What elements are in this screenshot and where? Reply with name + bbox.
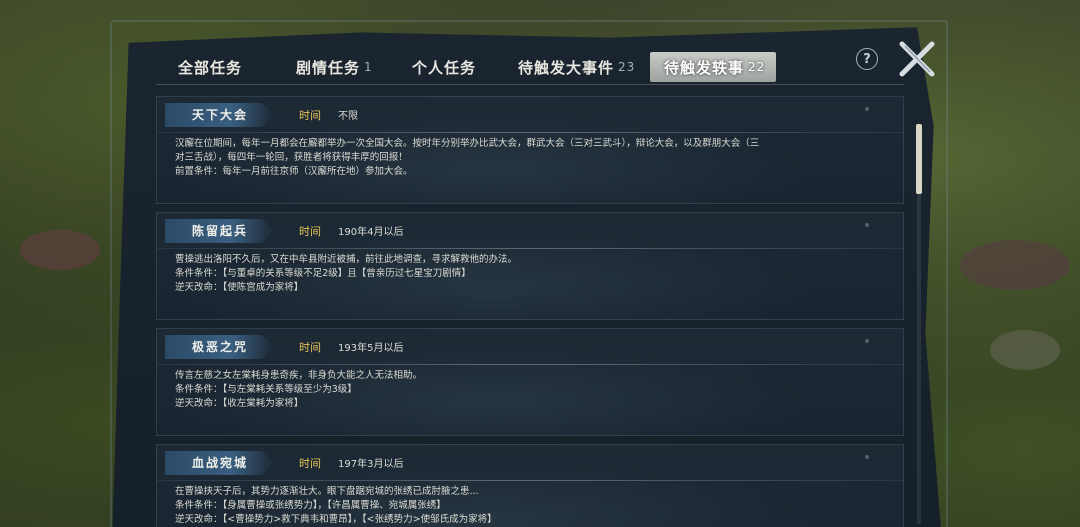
- event-title: 天下大会: [191, 108, 248, 122]
- card-divider: [157, 364, 904, 365]
- time-label: 时间: [299, 109, 321, 122]
- terrain-patch: [990, 330, 1060, 370]
- time-value: 197年3月以后: [338, 459, 404, 470]
- event-title: 极恶之咒: [191, 340, 248, 354]
- tab-story-tasks[interactable]: 剧情任务 1: [296, 52, 412, 82]
- time-value: 不限: [338, 111, 358, 122]
- tab-badge: 22: [748, 60, 766, 74]
- help-icon[interactable]: ?: [856, 48, 878, 70]
- card-title-ribbon: 天下大会: [165, 103, 275, 127]
- card-divider: [157, 248, 904, 249]
- card-divider: [157, 480, 904, 481]
- close-button[interactable]: [896, 40, 938, 80]
- card-marker: [865, 223, 869, 227]
- tab-label: 全部任务: [178, 58, 243, 77]
- description-line: 逆天改命：【使陈宫成为家将】: [175, 282, 304, 293]
- card-header: 陈留起兵 时间 190年4月以后: [157, 217, 904, 245]
- card-header: 极恶之咒 时间 193年5月以后: [157, 333, 904, 361]
- card-marker: [865, 455, 869, 459]
- event-list: 天下大会 时间 不限 汉廨在位期间，每年一月都会在廨都举办一次全国大会。按时年分…: [156, 96, 904, 527]
- description-line: 条件条件：【与左棠耗关系等级至少为3级】: [175, 384, 357, 395]
- card-header: 血战宛城 时间 197年3月以后: [157, 449, 904, 477]
- scrollbar-thumb[interactable]: [916, 124, 922, 194]
- event-description: 汉廨在位期间，每年一月都会在廨都举办一次全国大会。按时年分别举办比武大会，群武大…: [175, 137, 891, 179]
- time-label: 时间: [299, 457, 321, 470]
- terrain-patch: [20, 230, 100, 270]
- card-marker: [865, 107, 869, 111]
- description-line: 条件条件：【与董卓的关系等级不足2级】且【曾亲历过七星宝刀剧情】: [175, 268, 471, 279]
- tab-pending-anecdotes[interactable]: 待触发轶事 22: [650, 52, 776, 82]
- tab-all-tasks[interactable]: 全部任务: [156, 52, 296, 82]
- card-title-ribbon: 血战宛城: [165, 451, 275, 475]
- event-card[interactable]: 天下大会 时间 不限 汉廨在位期间，每年一月都会在廨都举办一次全国大会。按时年分…: [156, 96, 904, 204]
- description-line: 传言左慈之女左棠耗身患奇疾，非身负大能之人无法相助。: [175, 370, 423, 381]
- description-line: 逆天改命：【收左棠耗为家将】: [175, 398, 304, 409]
- card-marker: [865, 339, 869, 343]
- tab-label: 个人任务: [412, 58, 477, 77]
- event-card[interactable]: 陈留起兵 时间 190年4月以后 曹操逃出洛阳不久后，又在中牟县附近被捕，前往此…: [156, 212, 904, 320]
- tab-divider: [156, 84, 904, 85]
- tab-badge: 23: [618, 60, 636, 74]
- description-line: 汉廨在位期间，每年一月都会在廨都举办一次全国大会。按时年分别举办比武大会，群武大…: [175, 138, 760, 149]
- tab-badge: 1: [364, 60, 373, 74]
- tab-label: 待触发大事件: [518, 58, 615, 77]
- description-line: 逆天改命：【<曹操势力>救下典韦和曹昂】，【<张绣势力>使邹氏成为家将】: [175, 514, 497, 525]
- tab-label: 待触发轶事: [664, 58, 745, 77]
- event-description: 在曹操挟天子后，其势力逐渐壮大。眼下盘踞宛城的张绣已成肘腋之患... 条件条件：…: [175, 485, 891, 527]
- description-line: 前置条件：每年一月前往京师（汉廨所在地）参加大会。: [175, 166, 413, 177]
- tab-bar: 全部任务 剧情任务 1 个人任务 待触发大事件 23 待触发轶事 22: [156, 52, 776, 82]
- time-value: 193年5月以后: [338, 343, 404, 354]
- close-icon: [899, 41, 935, 77]
- event-description: 传言左慈之女左棠耗身患奇疾，非身负大能之人无法相助。 条件条件：【与左棠耗关系等…: [175, 369, 891, 411]
- terrain-patch: [960, 240, 1070, 290]
- help-glyph: ?: [863, 51, 871, 67]
- description-line: 曹操逃出洛阳不久后，又在中牟县附近被捕，前往此地调查，寻求解救他的办法。: [175, 254, 518, 265]
- tab-pending-major-events[interactable]: 待触发大事件 23: [518, 52, 650, 82]
- card-divider: [157, 132, 904, 133]
- description-line: 在曹操挟天子后，其势力逐渐壮大。眼下盘踞宛城的张绣已成肘腋之患...: [175, 486, 479, 497]
- description-line: 条件条件：【身属曹操或张绣势力】，【许昌属曹操、宛城属张绣】: [175, 500, 446, 511]
- description-line: 对三舌战），每四年一轮回，获胜者将获得丰厚的回报！: [175, 152, 408, 163]
- game-background: 全部任务 剧情任务 1 个人任务 待触发大事件 23 待触发轶事 22 ? 天下…: [0, 0, 1080, 527]
- time-label: 时间: [299, 225, 321, 238]
- card-title-ribbon: 陈留起兵: [165, 219, 275, 243]
- event-card[interactable]: 极恶之咒 时间 193年5月以后 传言左慈之女左棠耗身患奇疾，非身负大能之人无法…: [156, 328, 904, 436]
- tab-label: 剧情任务: [296, 58, 361, 77]
- event-description: 曹操逃出洛阳不久后，又在中牟县附近被捕，前往此地调查，寻求解救他的办法。 条件条…: [175, 253, 891, 295]
- event-title: 血战宛城: [191, 456, 248, 470]
- card-title-ribbon: 极恶之咒: [165, 335, 275, 359]
- event-card[interactable]: 血战宛城 时间 197年3月以后 在曹操挟天子后，其势力逐渐壮大。眼下盘踞宛城的…: [156, 444, 904, 527]
- event-title: 陈留起兵: [191, 224, 248, 238]
- time-value: 190年4月以后: [338, 227, 404, 238]
- time-label: 时间: [299, 341, 321, 354]
- tab-personal-tasks[interactable]: 个人任务: [412, 52, 518, 82]
- card-header: 天下大会 时间 不限: [157, 101, 904, 129]
